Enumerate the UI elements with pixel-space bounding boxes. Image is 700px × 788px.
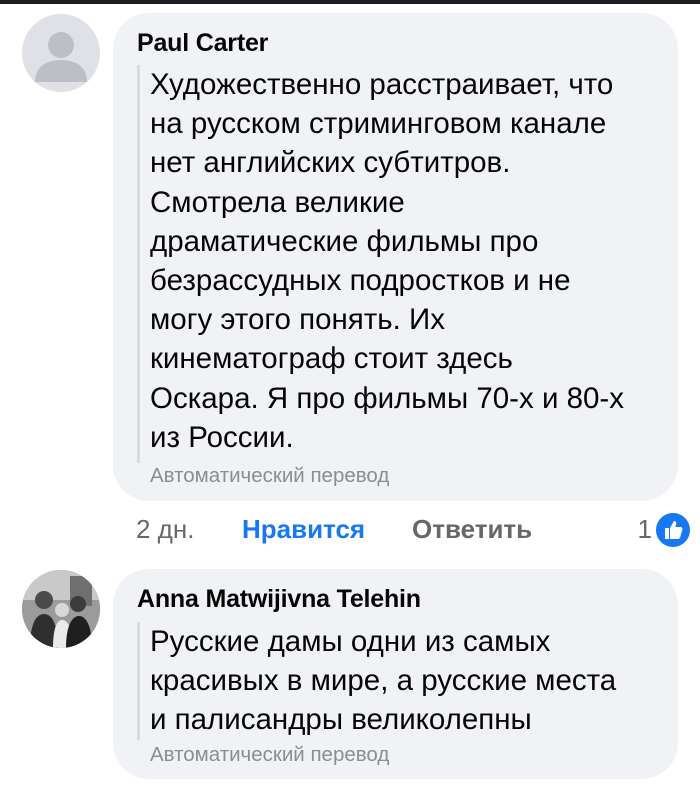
comment-text: Русские дамы одни из самых красивых в ми…: [150, 625, 617, 737]
comment-actions: 2 дн. Нравится Ответить 1: [136, 510, 696, 550]
auto-translate-label[interactable]: Автоматический перевод: [150, 464, 389, 488]
like-button[interactable]: Нравится: [242, 514, 365, 545]
reply-button[interactable]: Ответить: [412, 514, 532, 545]
comment-text: Художественно расстраивает, что на русск…: [150, 68, 625, 454]
thumbs-up-icon: [654, 511, 692, 549]
reaction-summary[interactable]: 1: [576, 510, 696, 550]
comment-time[interactable]: 2 дн.: [136, 514, 194, 545]
translation-quote-bar: [137, 65, 140, 463]
photo-avatar[interactable]: [22, 570, 100, 648]
default-avatar-icon[interactable]: [22, 14, 100, 92]
top-divider: [0, 0, 700, 4]
comment-author[interactable]: Paul Carter: [137, 29, 268, 58]
auto-translate-label[interactable]: Автоматический перевод: [150, 743, 389, 767]
translation-quote-bar: [137, 622, 140, 740]
reaction-count: 1: [637, 514, 652, 544]
comment-author[interactable]: Anna Matwijivna Telehin: [137, 585, 421, 614]
